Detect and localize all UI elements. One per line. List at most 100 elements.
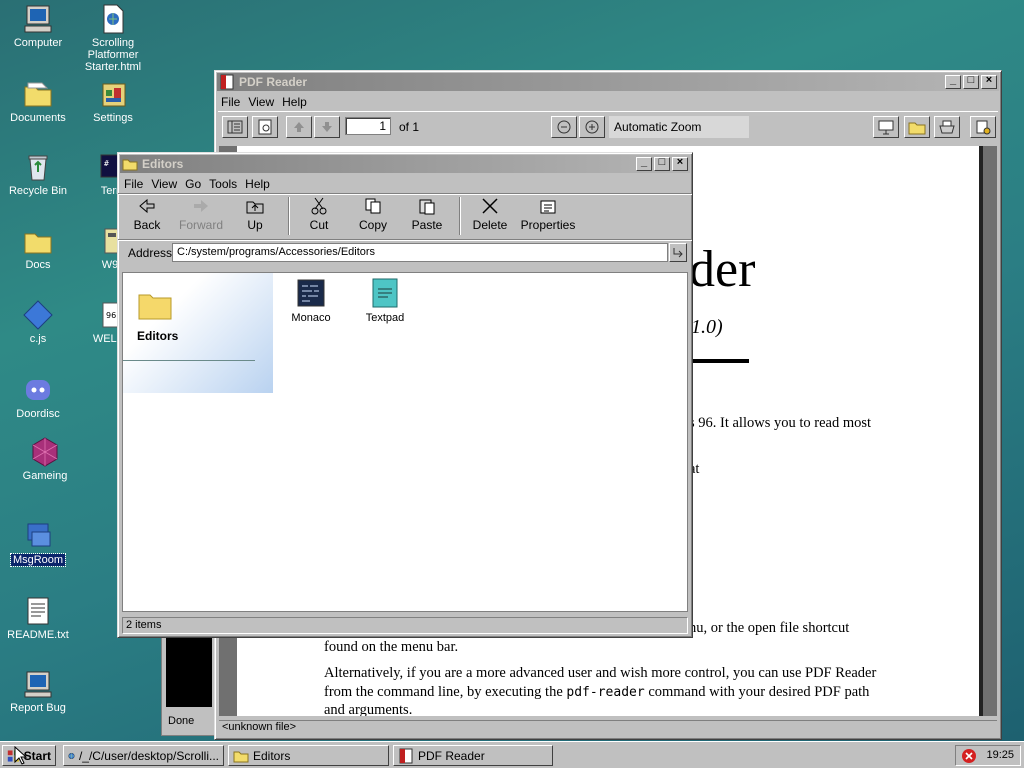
taskbar-item-pdf-reader[interactable]: PDF Reader	[393, 745, 553, 766]
svg-text:96: 96	[106, 311, 116, 320]
pdf-icon	[399, 748, 413, 763]
desktop-icon-msgroom[interactable]: MsgRoom	[0, 520, 78, 567]
folder-icon	[138, 294, 172, 320]
back-label: Back	[133, 218, 161, 232]
delete-button[interactable]: Delete	[465, 197, 515, 232]
desktop-icon-report-bug[interactable]: Report Bug	[0, 668, 78, 714]
taskbar-item-browser[interactable]: /_/C/user/desktop/Scrolli...	[63, 745, 224, 766]
cut-button[interactable]: Cut	[294, 197, 344, 232]
desktop-icon-cjs[interactable]: c.js	[0, 299, 78, 345]
pdf-status-bar: <unknown file>	[219, 720, 997, 736]
menu-view[interactable]: View	[149, 177, 183, 191]
desktop-icon-readme[interactable]: README.txt	[0, 595, 78, 641]
text-file-icon	[27, 597, 49, 625]
copy-button[interactable]: Copy	[348, 197, 398, 232]
zoom-in-button[interactable]	[579, 116, 605, 138]
go-button[interactable]	[669, 243, 687, 262]
error-icon[interactable]	[961, 748, 977, 764]
forward-button[interactable]: Forward	[176, 197, 226, 232]
close-button[interactable]: ×	[672, 156, 688, 171]
address-value: C:/system/programs/Accessories/Editors	[177, 246, 376, 258]
pdf-text-line: nu, or the open file shortcut	[689, 620, 850, 636]
find-icon	[258, 119, 272, 135]
properties-icon	[540, 200, 556, 214]
paste-button[interactable]: Paste	[402, 197, 452, 232]
zoom-select-value: Automatic Zoom	[614, 120, 702, 134]
zoom-out-button[interactable]	[551, 116, 577, 138]
pdf-toolbar: of 1 Automatic Zoom	[218, 111, 998, 142]
folder-info-rule	[123, 360, 255, 361]
pdf-subtitle: 1.0)	[691, 316, 723, 338]
folder-icon	[24, 82, 52, 107]
menu-file[interactable]: File	[122, 177, 149, 191]
presentation-button[interactable]	[873, 116, 899, 138]
textpad-icon	[372, 278, 398, 308]
desktop-icon-recycle-bin[interactable]: Recycle Bin	[0, 151, 78, 197]
explorer-title: Editors	[142, 157, 184, 171]
menu-help[interactable]: Help	[280, 95, 313, 109]
menu-view[interactable]: View	[246, 95, 280, 109]
explorer-titlebar[interactable]: Editors _ □ ×	[120, 155, 690, 173]
tools-button[interactable]	[970, 116, 996, 138]
file-view: Editors Monaco Textpad	[122, 272, 688, 612]
menu-file[interactable]: File	[219, 95, 246, 109]
sidebar-icon	[227, 120, 243, 134]
file-item-monaco[interactable]: Monaco	[283, 277, 339, 324]
find-button[interactable]	[252, 116, 278, 138]
copy-icon	[365, 198, 381, 214]
scissors-icon	[311, 197, 327, 215]
desktop-icon-gameing[interactable]: Gameing	[5, 436, 85, 482]
desktop-icon-settings[interactable]: Settings	[73, 78, 153, 124]
pdf-text-run: command with your desired PDF path	[644, 684, 870, 700]
forward-label: Forward	[178, 218, 223, 232]
desktop-icon-html-file[interactable]: Scrolling Platformer Starter.html	[73, 3, 153, 73]
address-label: Address	[128, 246, 173, 260]
explorer-window: Editors _ □ × File View Go Tools Help Ba…	[117, 152, 693, 638]
up-button[interactable]: Up	[230, 197, 280, 232]
folder-icon	[24, 233, 52, 254]
back-arrow-icon	[139, 198, 155, 214]
file-item-label: Monaco	[291, 312, 331, 324]
arrow-up-icon	[294, 122, 304, 132]
maximize-button[interactable]: □	[654, 156, 670, 171]
address-bar: Address C:/system/programs/Accessories/E…	[118, 240, 692, 265]
taskbar-item-label: PDF Reader	[418, 748, 485, 763]
taskbar-item-editors[interactable]: Editors	[228, 745, 389, 766]
zoom-select[interactable]: Automatic Zoom	[609, 116, 749, 138]
menu-help[interactable]: Help	[243, 177, 276, 191]
cube-icon	[32, 437, 58, 467]
go-arrow-icon	[673, 248, 683, 258]
open-file-button[interactable]	[904, 116, 930, 138]
next-page-button[interactable]	[314, 116, 340, 138]
desktop-icon-computer[interactable]: Computer	[0, 3, 78, 49]
desktop-icon-docs[interactable]: Docs	[0, 225, 78, 271]
html-file-icon	[103, 4, 124, 34]
properties-button[interactable]: Properties	[517, 197, 579, 232]
svg-text:#: #	[104, 159, 109, 168]
print-button[interactable]	[934, 116, 960, 138]
msgroom-icon	[27, 523, 51, 547]
taskbar-item-label: Editors	[253, 748, 291, 763]
folder-info-name: Editors	[137, 329, 179, 343]
desktop-icon-doordisc[interactable]: Doordisc	[0, 374, 78, 420]
minimize-button[interactable]: _	[945, 74, 961, 89]
page-number-input[interactable]	[345, 117, 391, 135]
back-button[interactable]: Back	[122, 197, 172, 232]
maximize-button[interactable]: □	[963, 74, 979, 89]
pdf-text-line: found on the menu bar.	[324, 639, 459, 655]
address-input[interactable]: C:/system/programs/Accessories/Editors	[172, 243, 668, 262]
folder-icon	[122, 159, 138, 171]
start-button[interactable]: Start	[2, 745, 56, 766]
report-bug-icon	[24, 671, 52, 698]
sidebar-toggle-button[interactable]	[222, 116, 248, 138]
file-item-textpad[interactable]: Textpad	[357, 277, 413, 324]
desktop-icon-documents[interactable]: Documents	[0, 78, 78, 124]
menu-tools[interactable]: Tools	[207, 177, 243, 191]
prev-page-button[interactable]	[286, 116, 312, 138]
minimize-button[interactable]: _	[636, 156, 652, 171]
pdf-text-line: s 96. It allows you to read most	[689, 415, 872, 431]
menu-go[interactable]: Go	[183, 177, 207, 191]
pdf-reader-title: PDF Reader	[239, 75, 308, 89]
close-button[interactable]: ×	[981, 74, 997, 89]
pdf-reader-titlebar[interactable]: PDF Reader _ □ ×	[217, 73, 999, 91]
